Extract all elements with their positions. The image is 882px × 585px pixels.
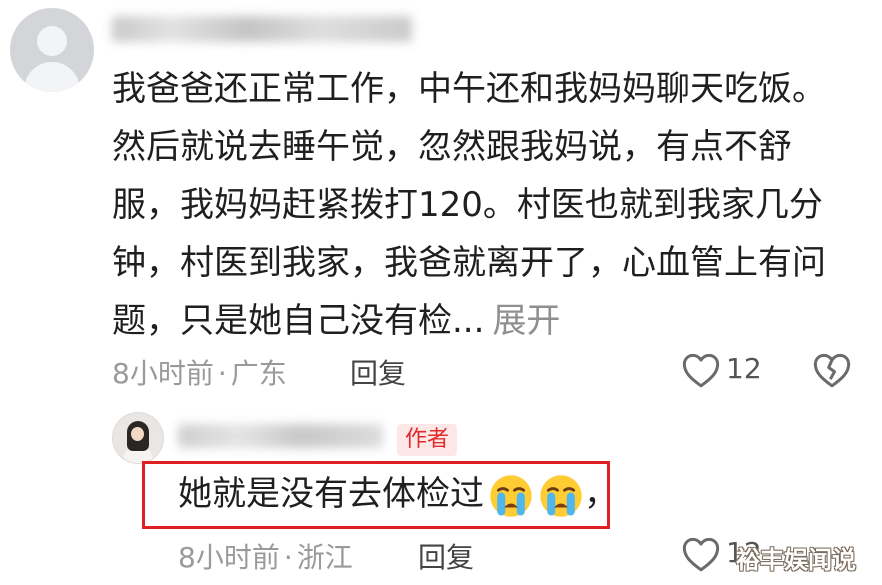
comment-time: 8小时前 [112,357,214,390]
like-count: 12 [726,352,762,385]
reply-trailing-punct: ， [584,474,618,514]
commenter-avatar[interactable] [10,8,94,92]
broken-heart-icon[interactable] [812,351,852,389]
comment-location: 广东 [230,357,287,390]
heart-outline-icon[interactable] [681,535,721,573]
avatar-head-shape [37,26,67,56]
author-name-blurred[interactable] [178,424,383,448]
comment-text: 我爸爸还正常工作，中午还和我妈妈聊天吃饭。然后就说去睡午觉，忽然跟我妈说，有点不… [112,60,842,350]
author-badge: 作者 [397,424,457,456]
author-avatar[interactable] [112,412,164,464]
commenter-name-blurred[interactable] [112,16,412,42]
loudly-crying-face-emoji [540,474,582,517]
reply-body: 她就是没有去体检过 [178,474,484,514]
expand-link[interactable]: 展开 [492,301,560,341]
reply-button[interactable]: 回复 [350,352,406,392]
reply-meta: 8小时前 · 浙江 [178,536,353,576]
reply-time: 8小时前 [178,541,280,574]
heart-outline-icon[interactable] [681,351,721,389]
meta-separator: · [217,357,227,390]
reply-location: 浙江 [296,541,353,574]
meta-separator: · [283,541,293,574]
loudly-crying-face-emoji [490,474,532,517]
reply-reply-button[interactable]: 回复 [418,536,474,576]
reply-text: 她就是没有去体检过 ， [178,470,618,519]
comment-body: 我爸爸还正常工作，中午还和我妈妈聊天吃饭。然后就说去睡午觉，忽然跟我妈说，有点不… [112,69,826,341]
watermark: 裕丰娱闻说 [736,546,856,574]
comment-meta: 8小时前 · 广东 [112,352,287,392]
avatar-body-shape [24,62,80,92]
avatar-face-shape [131,427,144,441]
